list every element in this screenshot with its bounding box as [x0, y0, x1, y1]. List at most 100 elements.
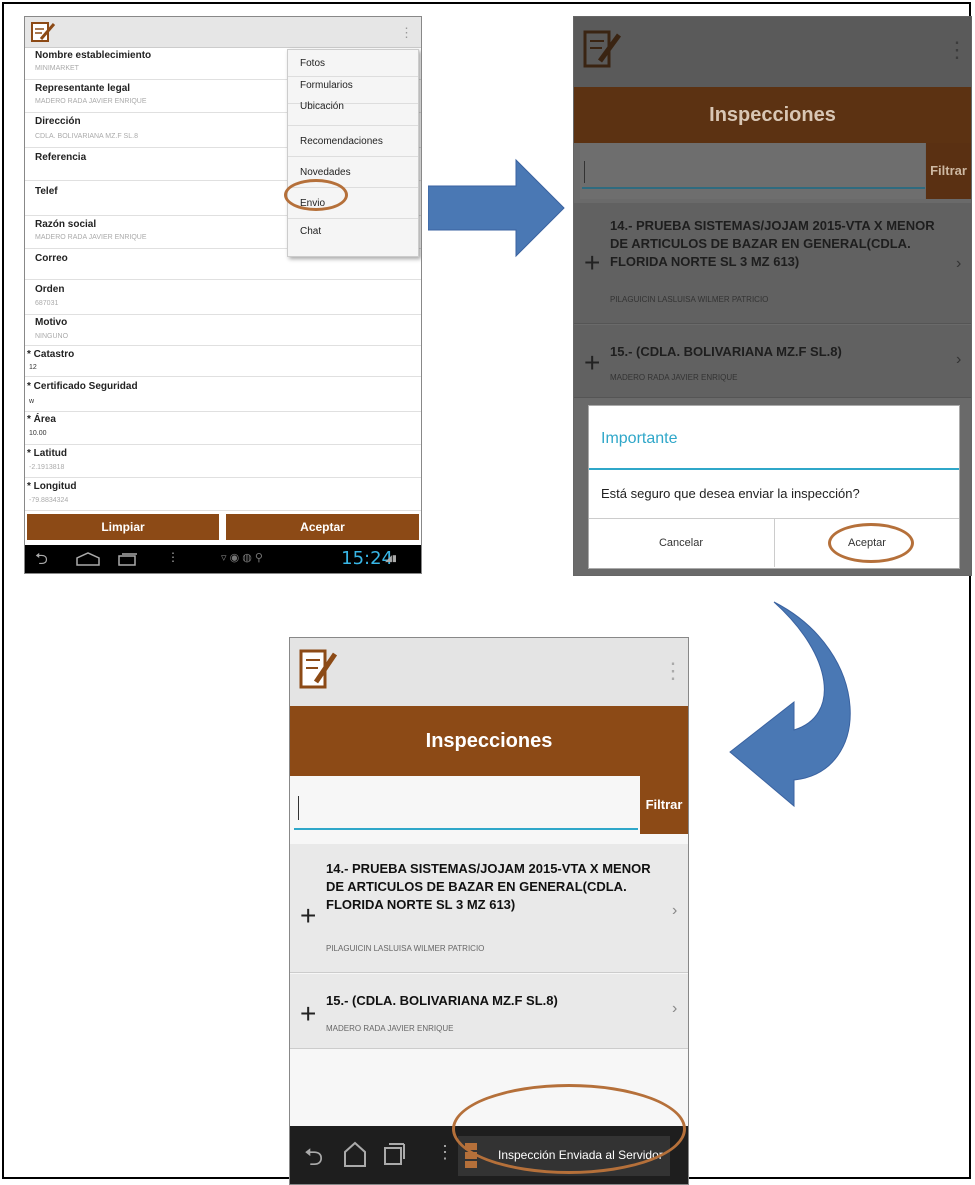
field-orden[interactable]: Orden 687031 [25, 280, 421, 315]
field-value: MADERO RADA JAVIER ENRIQUE [35, 234, 147, 241]
screen-title: Inspecciones [290, 706, 688, 776]
plus-icon[interactable]: + [584, 249, 600, 277]
menu-item-recomendaciones[interactable]: Recomendaciones [288, 127, 418, 157]
field-value: w [29, 398, 35, 405]
field-area[interactable]: * Área 10.00 [25, 412, 421, 445]
status-icons: ▿ ◉ ◍ ⚲ [221, 552, 263, 564]
item-subtitle: MADERO RADA JAVIER ENRIQUE [326, 1024, 454, 1033]
field-value: -2.1913818 [29, 464, 65, 471]
field-label: Motivo [35, 317, 68, 328]
action-bar: ⋮ [290, 638, 688, 706]
item-title: 15.- (CDLA. BOLIVARIANA MZ.F SL.8) [326, 993, 558, 1008]
screen-title: Inspecciones [574, 87, 971, 143]
home-icon[interactable] [342, 1140, 368, 1168]
overflow-menu-icon[interactable]: ⋮ [167, 550, 179, 564]
item-title: 14.- PRUEBA SISTEMAS/JOJAM 2015-VTA X ME… [326, 861, 651, 912]
field-value: MINIMARKET [35, 65, 79, 72]
field-label: * Certificado Seguridad [27, 381, 138, 392]
overflow-menu: Fotos Formularios Ubicación Recomendacio… [287, 49, 419, 257]
overflow-menu-icon[interactable]: ⋮ [400, 25, 413, 41]
highlight-oval [284, 179, 348, 211]
item-title: 15.- (CDLA. BOLIVARIANA MZ.F SL.8) [610, 344, 842, 359]
form-screen: ⋮ Nombre establecimiento MINIMARKET Repr… [24, 16, 422, 574]
dialog-title-divider [589, 468, 959, 470]
plus-icon[interactable]: + [300, 902, 316, 930]
field-label: Referencia [35, 152, 87, 163]
list-item[interactable]: + 14.- PRUEBA SISTEMAS/JOJAM 2015-VTA X … [574, 203, 971, 324]
overflow-menu-icon[interactable]: ⋮ [436, 1142, 454, 1163]
item-subtitle: PILAGUICIN LASLUISA WILMER PATRICIO [610, 295, 769, 304]
cancel-button[interactable]: Cancelar [589, 519, 773, 567]
field-value: CDLA. BOLIVARIANA MZ.F SL.8 [35, 133, 138, 140]
field-longitud[interactable]: * Longitud -79.8834324 [25, 478, 421, 511]
flow-arrow-right [428, 158, 565, 258]
flow-arrow-curved [729, 601, 851, 808]
signal-icon: ◢▮ [385, 553, 397, 563]
recents-icon[interactable] [117, 552, 139, 566]
search-input[interactable] [294, 786, 638, 830]
clear-button[interactable]: Limpiar [27, 514, 219, 540]
dialog-title: Importante [601, 430, 678, 447]
back-icon[interactable]: ⮌ [35, 548, 48, 573]
field-label: Orden [35, 284, 65, 295]
field-value: 10.00 [29, 430, 47, 437]
home-icon[interactable] [75, 552, 101, 566]
menu-item-chat[interactable]: Chat [288, 220, 418, 250]
action-bar: ⋮ [574, 17, 971, 87]
field-catastro[interactable]: * Catastro 12 [25, 346, 421, 377]
action-bar: ⋮ [25, 17, 421, 48]
list-item[interactable]: + 15.- (CDLA. BOLIVARIANA MZ.F SL.8) MAD… [574, 325, 971, 398]
system-navigation-bar: ⮌ ⋮ ▿ ◉ ◍ ⚲ 15:24 ◢▮ [25, 545, 421, 573]
field-value: MADERO RADA JAVIER ENRIQUE [35, 98, 147, 105]
plus-icon[interactable]: + [584, 349, 600, 377]
overflow-menu-icon[interactable]: ⋮ [662, 658, 684, 684]
field-label: * Catastro [27, 349, 75, 360]
item-subtitle: PILAGUICIN LASLUISA WILMER PATRICIO [326, 944, 485, 953]
chevron-right-icon: › [672, 1000, 678, 1017]
item-title: 14.- PRUEBA SISTEMAS/JOJAM 2015-VTA X ME… [610, 218, 935, 269]
field-label: * Latitud [27, 448, 67, 459]
chevron-right-icon: › [672, 902, 678, 919]
field-label: * Longitud [27, 481, 77, 492]
back-icon[interactable]: ⮌ [304, 1140, 323, 1181]
list-item[interactable]: + 14.- PRUEBA SISTEMAS/JOJAM 2015-VTA X … [290, 844, 688, 973]
item-subtitle: MADERO RADA JAVIER ENRIQUE [610, 373, 738, 382]
field-certificado[interactable]: * Certificado Seguridad w [25, 377, 421, 412]
search-underline [294, 828, 638, 830]
field-label: Representante legal [35, 83, 131, 94]
field-value: 12 [29, 364, 37, 371]
chevron-right-icon: › [956, 351, 962, 368]
field-value: NINGUNO [35, 333, 69, 340]
list-item[interactable]: + 15.- (CDLA. BOLIVARIANA MZ.F SL.8) MAD… [290, 974, 688, 1049]
field-label: Telef [35, 186, 58, 197]
recents-icon[interactable] [382, 1142, 406, 1166]
dialog-message: Está seguro que desea enviar la inspecci… [601, 486, 860, 501]
field-motivo[interactable]: Motivo NINGUNO [25, 315, 421, 346]
field-value: -79.8834324 [29, 497, 69, 504]
filter-button[interactable]: Filtrar [640, 776, 688, 834]
highlight-oval [828, 523, 914, 563]
field-label: Razón social [35, 219, 97, 230]
chevron-right-icon: › [956, 255, 962, 272]
overflow-menu-icon[interactable]: ⋮ [946, 37, 968, 63]
notepad-pencil-icon[interactable] [29, 20, 57, 44]
search-input[interactable] [580, 143, 925, 199]
plus-icon[interactable]: + [300, 1000, 316, 1028]
inspections-screen-confirm: ⋮ Inspecciones Filtrar + 14.- PRUEBA SIS… [573, 16, 972, 576]
text-cursor [584, 161, 585, 183]
field-label: Dirección [35, 116, 81, 127]
accept-button[interactable]: Aceptar [226, 514, 419, 540]
field-value: 687031 [35, 300, 59, 307]
text-cursor [298, 796, 299, 820]
search-underline [582, 187, 925, 189]
field-latitud[interactable]: * Latitud -2.1913818 [25, 445, 421, 478]
filter-button[interactable]: Filtrar [926, 143, 971, 199]
field-label: * Área [27, 414, 56, 425]
notepad-pencil-icon[interactable] [582, 27, 622, 73]
highlight-oval [452, 1084, 686, 1174]
notepad-pencil-icon[interactable] [298, 646, 338, 694]
inspections-screen-sent: ⋮ Inspecciones Filtrar + 14.- PRUEBA SIS… [289, 637, 689, 1185]
menu-item-fotos[interactable]: Fotos [288, 50, 418, 77]
menu-item-ubicacion[interactable]: Ubicación [288, 96, 418, 126]
field-label: Correo [35, 253, 68, 264]
